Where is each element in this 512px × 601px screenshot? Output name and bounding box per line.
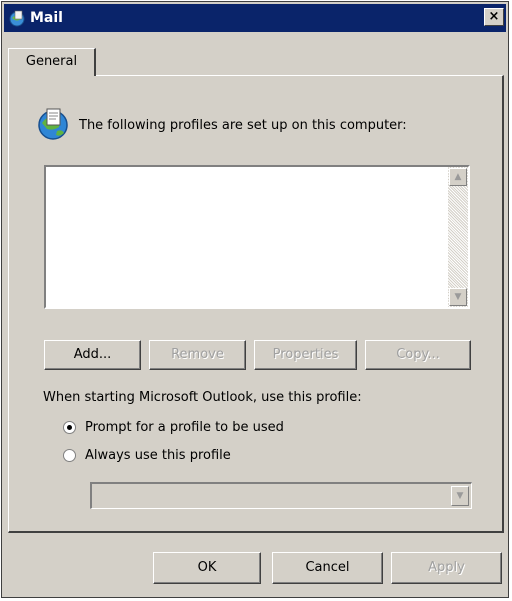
tab-general-label: General xyxy=(25,54,78,69)
profile-select[interactable]: ▼ xyxy=(90,482,472,509)
always-profile-label: Always use this profile xyxy=(85,447,231,463)
ok-button[interactable]: OK xyxy=(153,552,261,584)
always-profile-option[interactable]: Always use this profile xyxy=(63,446,231,464)
mail-app-icon xyxy=(9,10,25,27)
profiles-heading: The following profiles are set up on thi… xyxy=(79,118,407,133)
close-icon: × xyxy=(488,9,500,24)
startup-profile-label: When starting Microsoft Outlook, use thi… xyxy=(43,390,362,405)
close-button[interactable]: × xyxy=(484,8,504,26)
apply-button[interactable]: Apply xyxy=(391,552,502,584)
add-button-label: Add... xyxy=(73,347,112,362)
apply-button-label: Apply xyxy=(428,560,465,575)
cancel-button-label: Cancel xyxy=(305,560,350,575)
prompt-profile-option[interactable]: Prompt for a profile to be used xyxy=(63,418,284,436)
profiles-globe-icon xyxy=(38,108,68,140)
scroll-up-icon: ▲ xyxy=(454,172,462,182)
scroll-up-button[interactable]: ▲ xyxy=(449,168,467,186)
prompt-profile-radio[interactable] xyxy=(63,420,76,434)
chevron-down-icon: ▼ xyxy=(456,491,464,501)
scroll-down-button[interactable]: ▼ xyxy=(449,288,467,306)
title-bar[interactable]: Mail × xyxy=(4,4,506,32)
ok-button-label: OK xyxy=(197,560,217,575)
mail-dialog: Mail × General The following profiles ar… xyxy=(1,1,509,598)
remove-button[interactable]: Remove xyxy=(149,340,246,370)
remove-button-label: Remove xyxy=(171,347,224,362)
profiles-list[interactable]: ▲ ▼ xyxy=(44,165,470,309)
tab-general[interactable]: General xyxy=(8,48,96,76)
profile-select-dropdown-button[interactable]: ▼ xyxy=(451,486,469,506)
window-title: Mail xyxy=(30,10,63,26)
add-button[interactable]: Add... xyxy=(44,340,141,370)
always-profile-radio[interactable] xyxy=(63,448,76,462)
scroll-down-icon: ▼ xyxy=(454,292,462,302)
prompt-profile-label: Prompt for a profile to be used xyxy=(85,419,284,435)
properties-button[interactable]: Properties xyxy=(254,340,357,370)
profiles-list-scrollbar[interactable]: ▲ ▼ xyxy=(448,167,468,307)
cancel-button[interactable]: Cancel xyxy=(272,552,383,584)
properties-button-label: Properties xyxy=(272,347,339,362)
copy-button-label: Copy... xyxy=(396,347,440,362)
copy-button[interactable]: Copy... xyxy=(365,340,471,370)
